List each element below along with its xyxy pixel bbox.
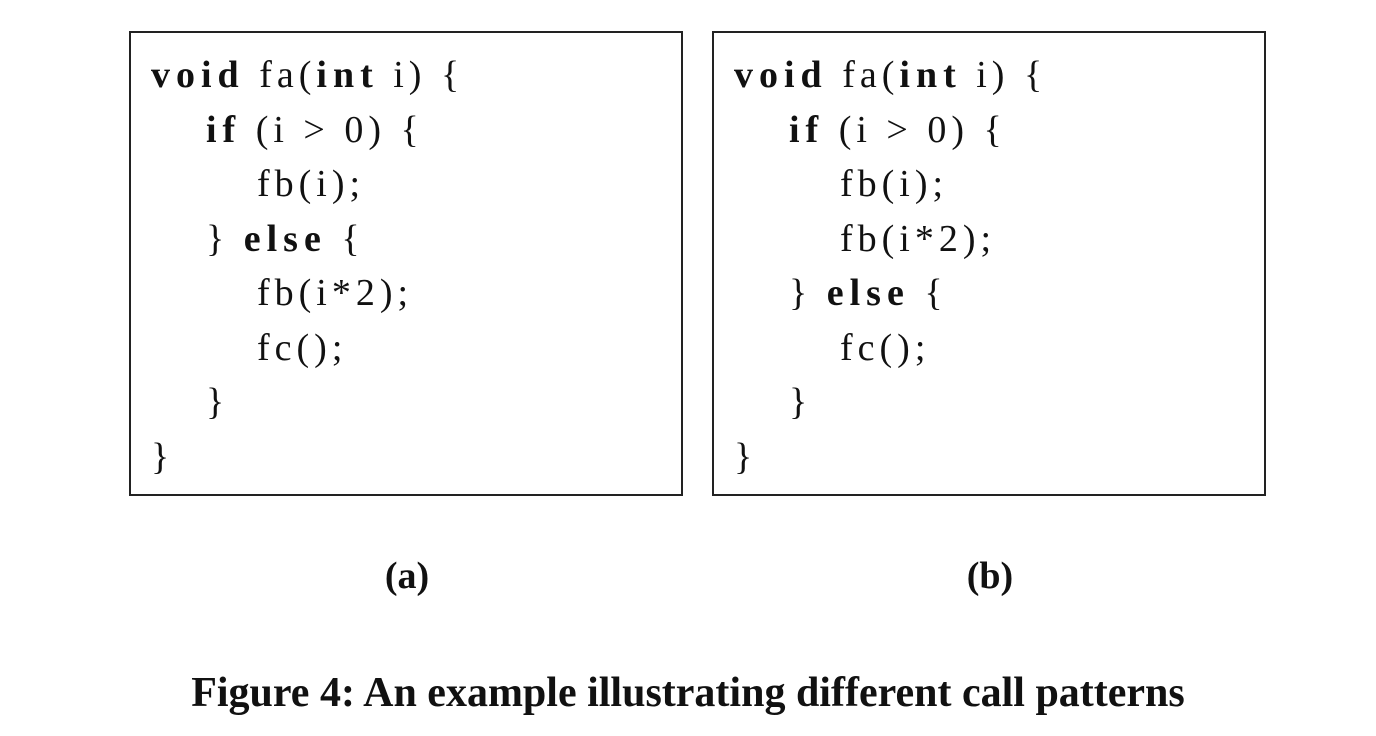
code-line: void fa(int i) { xyxy=(151,53,671,108)
code-line: fc(); xyxy=(151,326,671,381)
code-text: } xyxy=(734,435,758,478)
code-listing-b: void fa(int i) {if (i > 0) {fb(i); fb(i*2… xyxy=(712,31,1266,496)
code-line: fb(i*2); xyxy=(734,217,1254,272)
code-keyword: int xyxy=(899,54,962,96)
code-text: fa( xyxy=(827,54,900,96)
code-text: fb(i*2); xyxy=(840,217,997,260)
code-keyword: void xyxy=(151,54,245,96)
code-line: fb(i*2); xyxy=(151,271,671,326)
code-text: } xyxy=(206,381,230,423)
code-text: { xyxy=(326,217,365,260)
code-keyword: else xyxy=(243,217,327,260)
subfigure-label-a: (a) xyxy=(384,555,430,597)
code-line: if (i > 0) { xyxy=(151,108,671,163)
code-text: i) { xyxy=(378,54,465,96)
code-line: } else { xyxy=(151,217,671,272)
code-text: (i > 0) { xyxy=(241,108,424,151)
code-line: if (i > 0) { xyxy=(734,108,1254,163)
code-text: fa( xyxy=(244,54,317,96)
code-lines-b: void fa(int i) {if (i > 0) {fb(i); fb(i*2… xyxy=(734,53,1254,489)
code-listing-a: void fa(int i) {if (i > 0) {fb(i);} else… xyxy=(129,31,683,496)
code-text: fb(i); xyxy=(840,163,949,205)
code-line: fc(); xyxy=(734,326,1254,381)
figure-caption: Figure 4: An example illustrating differ… xyxy=(191,670,1185,716)
code-text: fb(i); xyxy=(257,163,366,205)
code-keyword: else xyxy=(826,272,910,314)
code-text: fb(i*2); xyxy=(257,272,414,314)
code-text: { xyxy=(909,272,948,314)
code-keyword: if xyxy=(789,108,825,151)
code-lines-a: void fa(int i) {if (i > 0) {fb(i);} else… xyxy=(151,53,671,489)
code-text: (i > 0) { xyxy=(824,108,1007,151)
code-keyword: void xyxy=(734,54,828,96)
code-line: fb(i); xyxy=(734,162,1254,217)
code-line: } xyxy=(151,380,671,435)
code-line: } else { xyxy=(734,271,1254,326)
code-line: } xyxy=(151,435,671,490)
code-text: } xyxy=(789,381,813,423)
subfigure-label-b: (b) xyxy=(966,555,1014,597)
code-text: } xyxy=(789,272,827,314)
code-text: } xyxy=(151,435,175,478)
code-keyword: int xyxy=(316,54,379,96)
code-line: fb(i); xyxy=(151,162,671,217)
code-text: i) { xyxy=(961,54,1048,96)
code-keyword: if xyxy=(206,108,242,151)
code-text: fc(); xyxy=(257,326,348,369)
code-text: fc(); xyxy=(840,326,931,369)
code-line: void fa(int i) { xyxy=(734,53,1254,108)
code-line: } xyxy=(734,435,1254,490)
code-text: } xyxy=(206,217,244,260)
code-line: } xyxy=(734,380,1254,435)
